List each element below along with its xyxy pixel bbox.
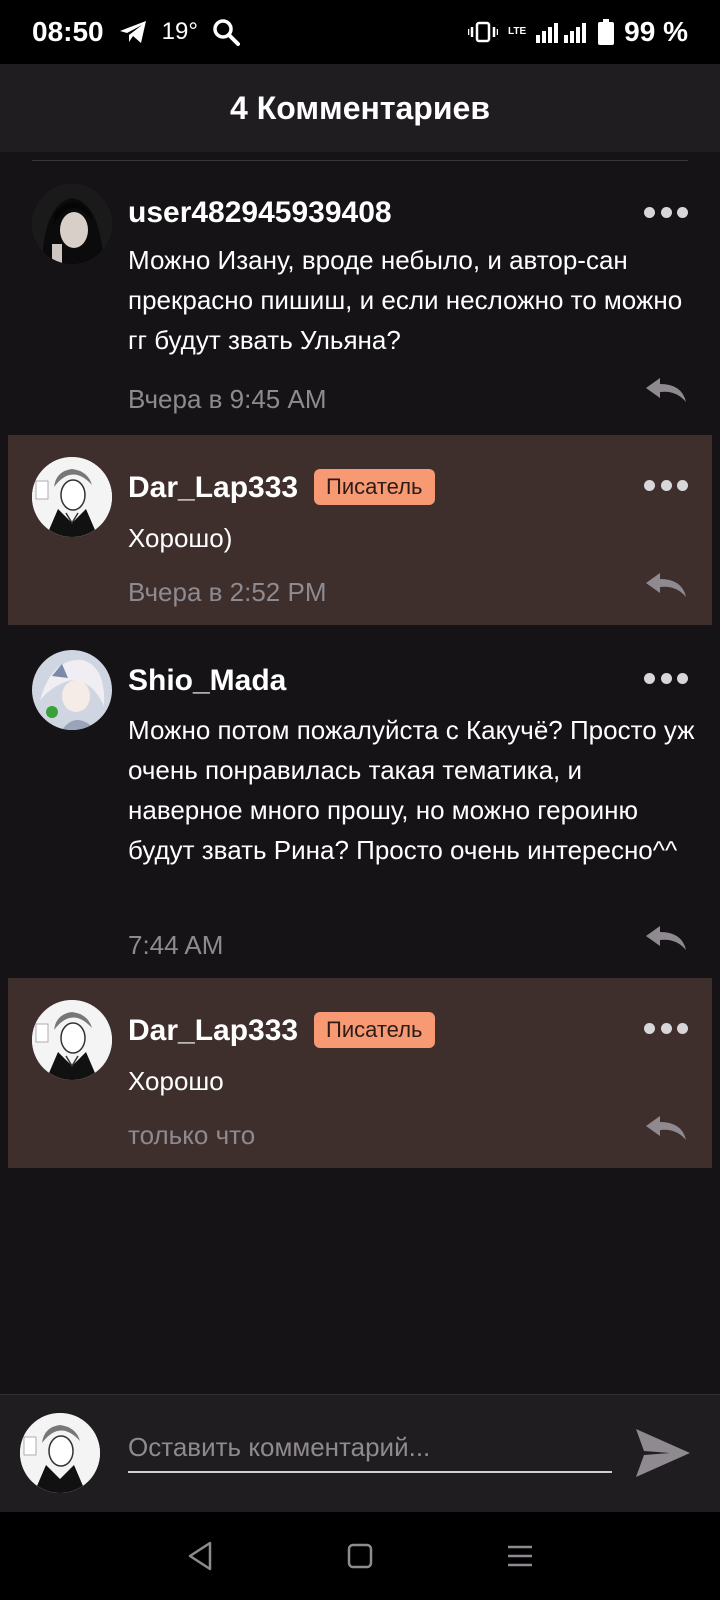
- status-time: 08:50: [32, 16, 104, 47]
- comment-text: Хорошо: [128, 1066, 224, 1096]
- comment-username[interactable]: Dar_Lap333: [128, 471, 298, 505]
- avatar[interactable]: [32, 184, 112, 264]
- more-options-icon[interactable]: [644, 478, 688, 492]
- comment-item: Shio_Mada Можно потом пожалуйста с Какуч…: [8, 628, 712, 978]
- status-bar: 08:50 19° LTE 99 %: [0, 0, 720, 64]
- avatar[interactable]: [32, 457, 112, 537]
- back-button[interactable]: [180, 1536, 220, 1576]
- send-icon[interactable]: [632, 1425, 692, 1481]
- comment-text: Можно потом пожалуйста с Какучё? Просто …: [128, 715, 695, 865]
- comment-username[interactable]: user482945939408: [128, 196, 392, 230]
- more-options-icon[interactable]: [644, 1021, 688, 1035]
- signal-icon: [536, 23, 587, 43]
- back-icon: [188, 1541, 212, 1571]
- comment-item: user482945939408 Можно Изану, вроде небы…: [8, 170, 712, 432]
- writer-badge: Писатель: [314, 1012, 435, 1048]
- reply-icon[interactable]: [644, 924, 688, 952]
- avatar[interactable]: [32, 1000, 112, 1080]
- comments-header: 4 Комментариев: [0, 64, 720, 152]
- comment-username[interactable]: Dar_Lap333: [128, 1014, 298, 1048]
- page-title: 4 Комментариев: [230, 89, 490, 126]
- recents-button[interactable]: [500, 1536, 540, 1576]
- avatar[interactable]: [32, 650, 112, 730]
- reply-icon[interactable]: [644, 1114, 688, 1142]
- menu-icon: [508, 1545, 532, 1567]
- comment-username[interactable]: Shio_Mada: [128, 664, 286, 698]
- comment-input-bar: [0, 1394, 720, 1512]
- status-temperature: 19°: [161, 18, 198, 45]
- divider: [32, 160, 688, 161]
- search-icon: [213, 19, 240, 46]
- comment-timestamp: Вчера в 2:52 PM: [128, 577, 327, 607]
- comment-timestamp: Вчера в 9:45 AM: [128, 384, 327, 414]
- home-button[interactable]: [340, 1536, 380, 1576]
- comment-text: Можно Изану, вроде небыло, и автор-сан п…: [128, 245, 683, 355]
- more-options-icon[interactable]: [644, 205, 688, 219]
- battery-percent: 99 %: [624, 16, 688, 47]
- comment-item: Dar_Lap333 Писатель Хорошо) Вчера в 2:52…: [8, 435, 712, 625]
- comment-text: Хорошо): [128, 523, 233, 553]
- reply-icon[interactable]: [644, 571, 688, 599]
- writer-badge: Писатель: [314, 469, 435, 505]
- comment-item: Dar_Lap333 Писатель Хорошо только что: [8, 978, 712, 1168]
- home-icon: [347, 1543, 373, 1569]
- system-nav-bar: [0, 1512, 720, 1600]
- reply-icon[interactable]: [644, 376, 688, 404]
- lte-label: LTE: [508, 26, 527, 37]
- battery-icon: [598, 19, 615, 45]
- telegram-icon: [119, 21, 146, 43]
- comment-timestamp: 7:44 AM: [128, 930, 224, 960]
- comment-input[interactable]: [128, 1423, 612, 1473]
- more-options-icon[interactable]: [644, 671, 688, 685]
- comment-timestamp: только что: [128, 1120, 256, 1150]
- vibrate-icon: [468, 21, 499, 43]
- avatar: [20, 1413, 100, 1493]
